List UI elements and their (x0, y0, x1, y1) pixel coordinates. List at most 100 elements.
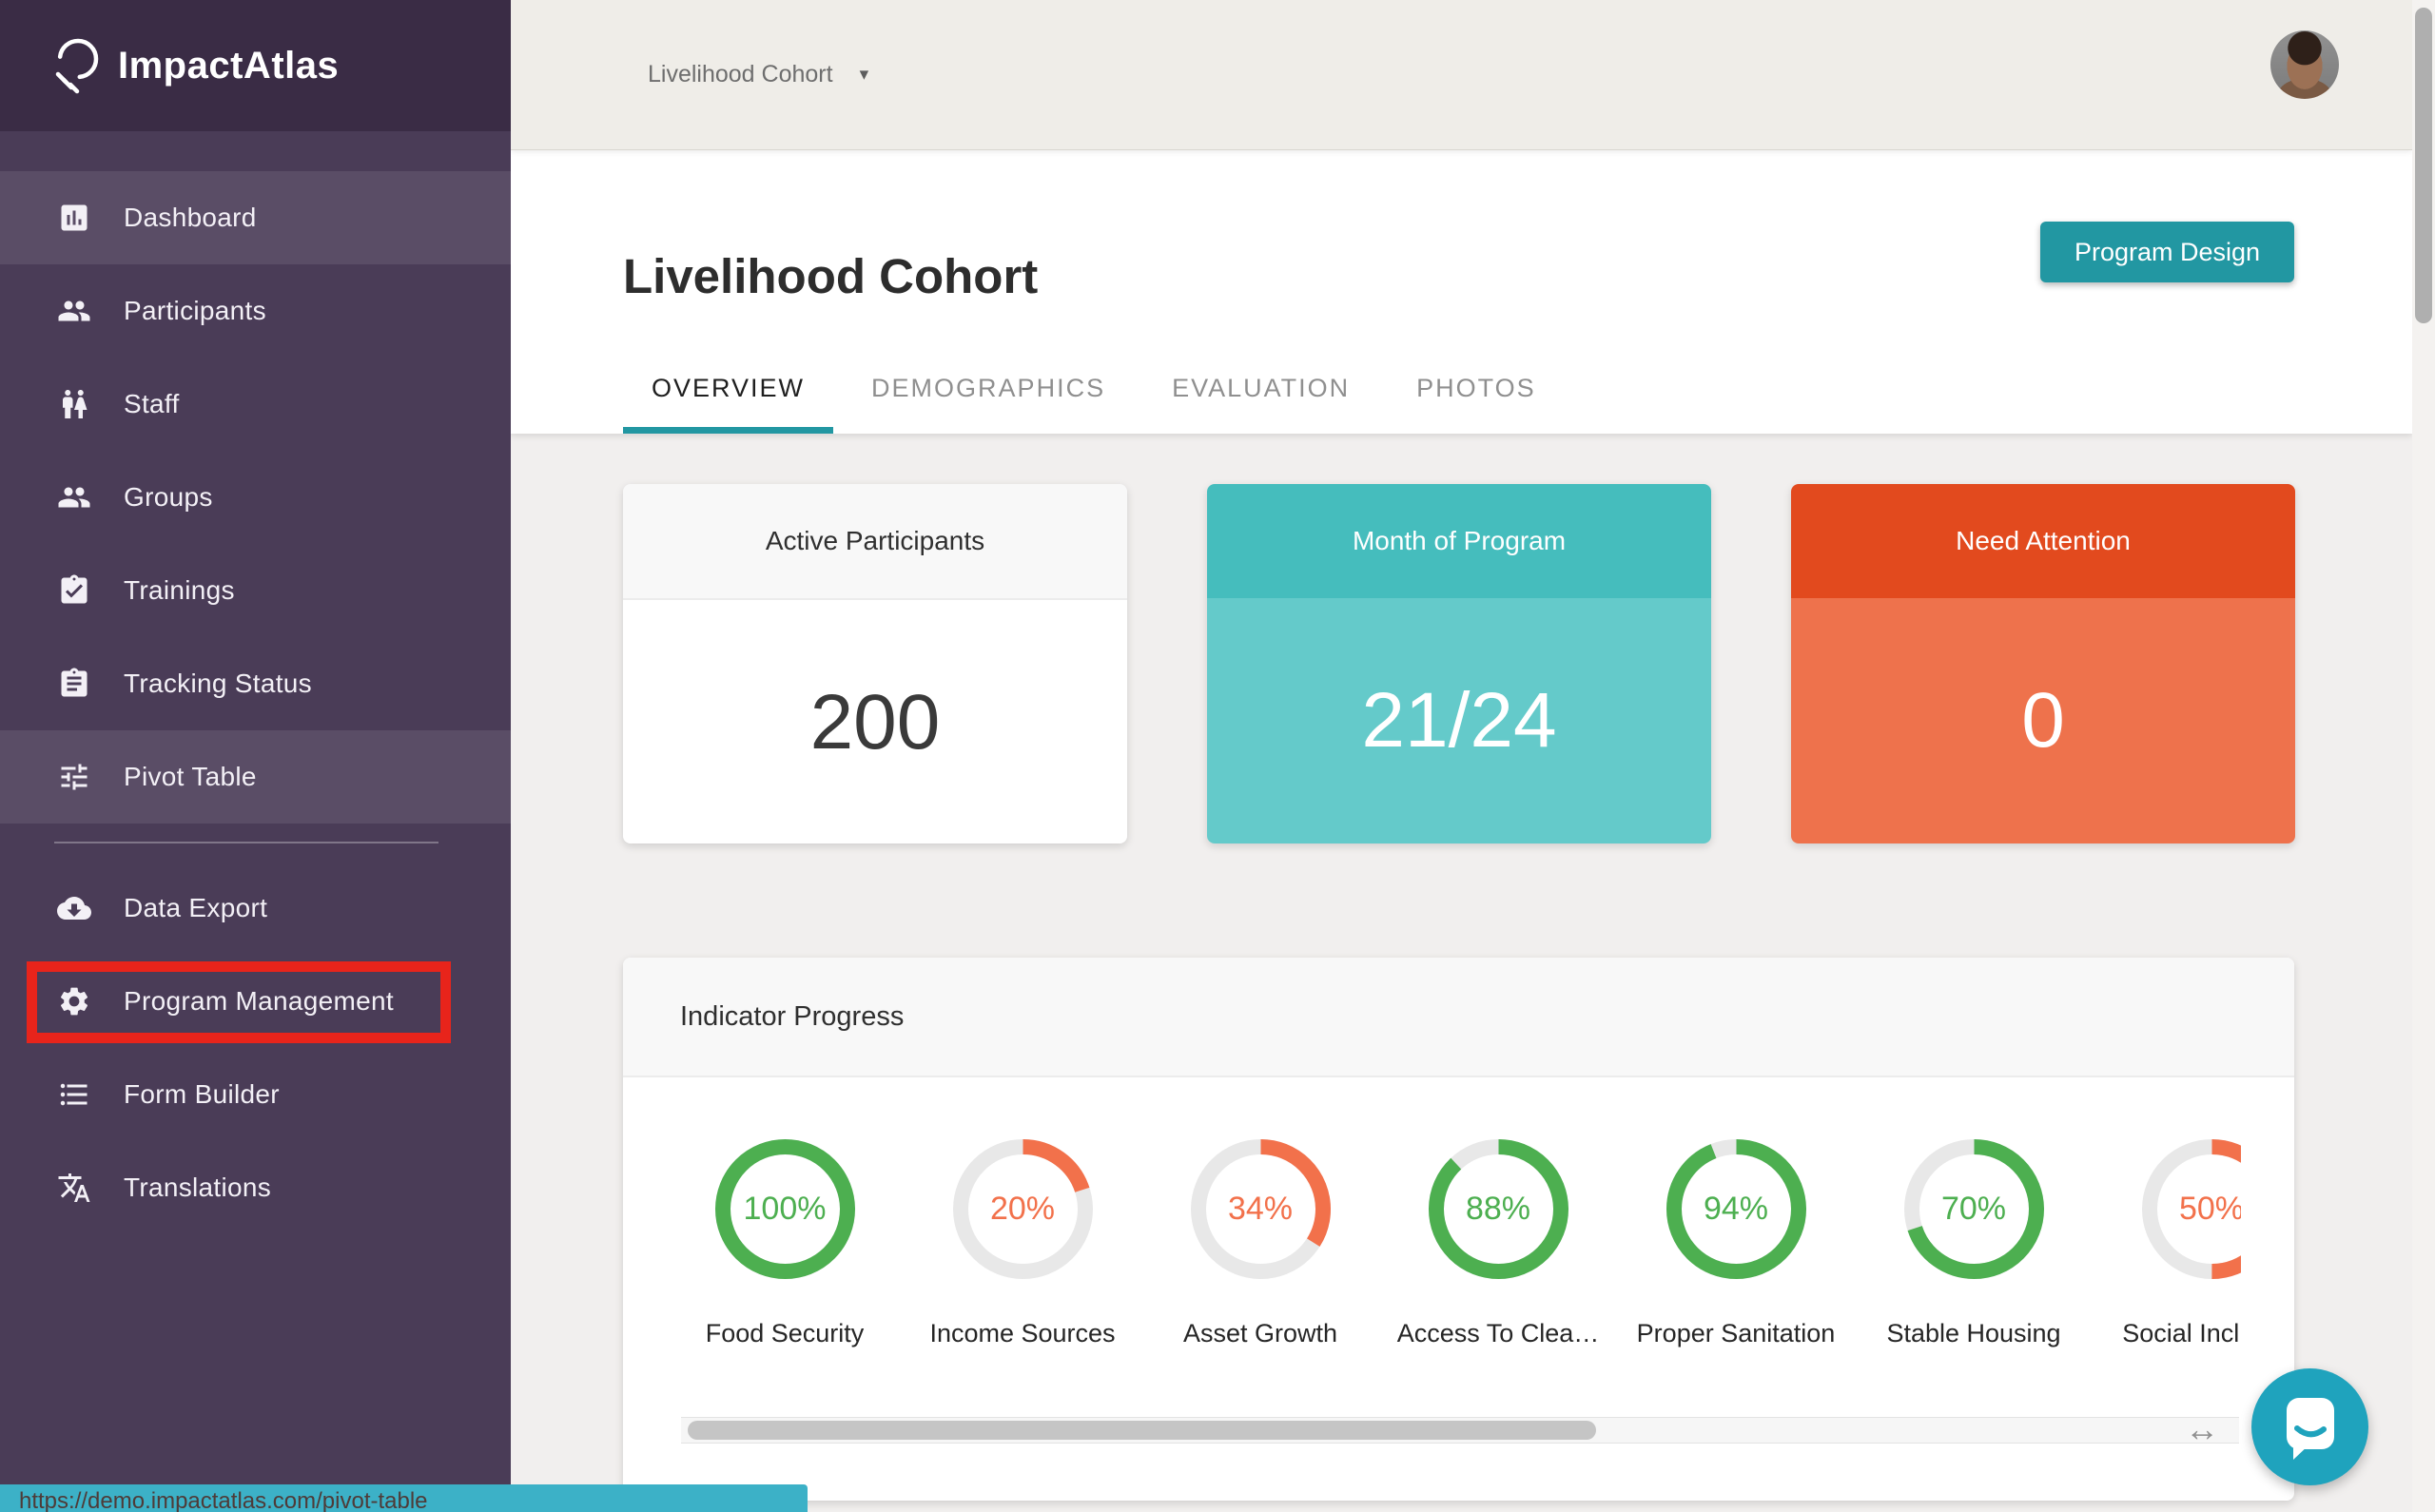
clipboard-check-icon (57, 573, 91, 608)
bar-chart-icon (57, 201, 91, 235)
tab[interactable]: DEMOGRAPHICS (843, 350, 1134, 434)
sidebar-item-label: Dashboard (124, 203, 257, 233)
tab-label: DEMOGRAPHICS (871, 374, 1105, 403)
indicator-label: Food Security (706, 1319, 865, 1348)
indicator-progress-header: Indicator Progress (623, 958, 2294, 1077)
stat-card-value: 21/24 (1207, 598, 1711, 843)
app-title: ImpactAtlas (118, 45, 339, 87)
people-icon (57, 294, 91, 328)
tab[interactable]: EVALUATION (1143, 350, 1378, 434)
stat-card-value: 0 (1791, 598, 2295, 843)
indicator-progress-title: Indicator Progress (680, 1001, 904, 1033)
sidebar-item-label: Participants (124, 296, 266, 326)
cloud-download-icon (57, 891, 91, 925)
chat-bubble-icon (2280, 1394, 2341, 1461)
sidebar-item[interactable]: Staff (0, 358, 511, 451)
progress-percent: 20% (953, 1139, 1093, 1279)
tab[interactable]: PHOTOS (1388, 350, 1565, 434)
tab-bar: OVERVIEW DEMOGRAPHICS EVALUATION PHOTOS (623, 350, 1565, 434)
progress-percent: 100% (715, 1139, 855, 1279)
stat-card-title: Need Attention (1791, 484, 2295, 598)
indicator-label: Proper Sanitation (1637, 1319, 1836, 1348)
progress-donut-chart: 100% (715, 1139, 855, 1279)
stats-row: Active Participants 200 Month of Program… (623, 484, 2294, 843)
indicator-label: Stable Housing (1886, 1319, 2060, 1348)
status-url-tooltip: https://demo.impactatlas.com/pivot-table (0, 1484, 808, 1512)
sidebar-item-label: Translations (124, 1173, 271, 1203)
sidebar-item[interactable]: Dashboard (0, 171, 511, 264)
indicator-label: Asset Growth (1183, 1319, 1337, 1348)
sidebar-item[interactable]: Participants (0, 264, 511, 358)
indicator-item: 100% Food Security (666, 1076, 904, 1389)
stat-card: Active Participants 200 (623, 484, 1127, 843)
sidebar-item-label: Program Management (124, 986, 394, 1017)
sidebar-item-label: Data Export (124, 893, 267, 923)
program-selector-label: Livelihood Cohort (648, 61, 833, 88)
progress-percent: 70% (1904, 1139, 2044, 1279)
indicator-item: 50% Social Inclusion (2093, 1076, 2241, 1389)
progress-donut-chart: 34% (1191, 1139, 1331, 1279)
sidebar-item[interactable]: Form Builder (0, 1048, 511, 1141)
indicator-item: 88% Access To Clea… (1379, 1076, 1617, 1389)
sidebar-item[interactable]: Trainings (0, 544, 511, 637)
gear-icon (57, 984, 91, 1018)
stat-card-title: Month of Program (1207, 484, 1711, 598)
list-icon (57, 1077, 91, 1112)
sidebar-item-label: Pivot Table (124, 762, 257, 792)
indicator-label: Access To Clea… (1397, 1319, 1600, 1348)
program-design-button[interactable]: Program Design (2040, 222, 2294, 282)
indicator-item: 70% Stable Housing (1855, 1076, 2093, 1389)
chevron-down-icon: ▾ (860, 64, 869, 86)
sidebar-item-label: Groups (124, 482, 213, 513)
chat-widget-button[interactable] (2251, 1368, 2368, 1485)
sidebar-item[interactable]: Translations (0, 1141, 511, 1234)
sidebar: ImpactAtlas Dashboard Participants Staff… (0, 0, 511, 1512)
sliders-icon (57, 760, 91, 794)
vertical-scrollbar-thumb[interactable] (2415, 8, 2432, 323)
clipboard-list-icon (57, 667, 91, 701)
progress-percent: 94% (1666, 1139, 1806, 1279)
wc-icon (57, 387, 91, 421)
tab-label: OVERVIEW (652, 374, 805, 403)
user-avatar[interactable] (2270, 30, 2339, 99)
progress-donut-chart: 70% (1904, 1139, 2044, 1279)
sidebar-item[interactable]: Pivot Table (0, 730, 511, 824)
progress-percent: 34% (1191, 1139, 1331, 1279)
sidebar-item[interactable]: Groups (0, 451, 511, 544)
sidebar-item[interactable]: Data Export (0, 862, 511, 955)
sidebar-item[interactable]: Tracking Status (0, 637, 511, 730)
stat-card-title: Active Participants (623, 484, 1127, 600)
app-screen: ImpactAtlas Dashboard Participants Staff… (0, 0, 2435, 1512)
stat-card: Need Attention 0 (1791, 484, 2295, 843)
horizontal-scrollbar (681, 1417, 2239, 1444)
tab-label: PHOTOS (1416, 374, 1536, 403)
progress-donut-chart: 50% (2142, 1139, 2242, 1279)
sidebar-item-label: Tracking Status (124, 669, 312, 699)
indicator-donut-row: 100% Food Security 20% Income Sources 34… (666, 1076, 2241, 1389)
title-section: Livelihood Cohort Program Design OVERVIE… (511, 149, 2412, 434)
sidebar-item[interactable]: Program Management (0, 955, 511, 1048)
indicator-label: Social Inclusion (2122, 1319, 2241, 1348)
indicator-item: 94% Proper Sanitation (1617, 1076, 1855, 1389)
stat-card: Month of Program 21/24 (1207, 484, 1711, 843)
horizontal-scrollbar-thumb[interactable] (688, 1421, 1596, 1440)
translate-icon (57, 1171, 91, 1205)
sidebar-nav: Dashboard Participants Staff Groups Trai… (0, 131, 511, 1234)
impactatlas-logo-icon (49, 36, 103, 95)
horizontal-resize-icon[interactable]: ↔ (2185, 1412, 2219, 1446)
stat-card-value: 200 (623, 600, 1127, 843)
sidebar-item-label: Trainings (124, 575, 235, 606)
tab[interactable]: OVERVIEW (623, 350, 833, 434)
sidebar-divider (54, 842, 438, 843)
indicator-label: Income Sources (929, 1319, 1115, 1348)
top-header: Livelihood Cohort ▾ (511, 0, 2412, 150)
progress-percent: 88% (1429, 1139, 1568, 1279)
indicator-item: 34% Asset Growth (1141, 1076, 1379, 1389)
progress-donut-chart: 88% (1429, 1139, 1568, 1279)
vertical-scrollbar (2412, 0, 2435, 1512)
program-selector-dropdown[interactable]: Livelihood Cohort ▾ (648, 0, 868, 149)
tab-label: EVALUATION (1172, 374, 1350, 403)
logo: ImpactAtlas (0, 0, 511, 131)
progress-percent: 50% (2142, 1139, 2242, 1279)
sidebar-item-label: Form Builder (124, 1079, 280, 1110)
